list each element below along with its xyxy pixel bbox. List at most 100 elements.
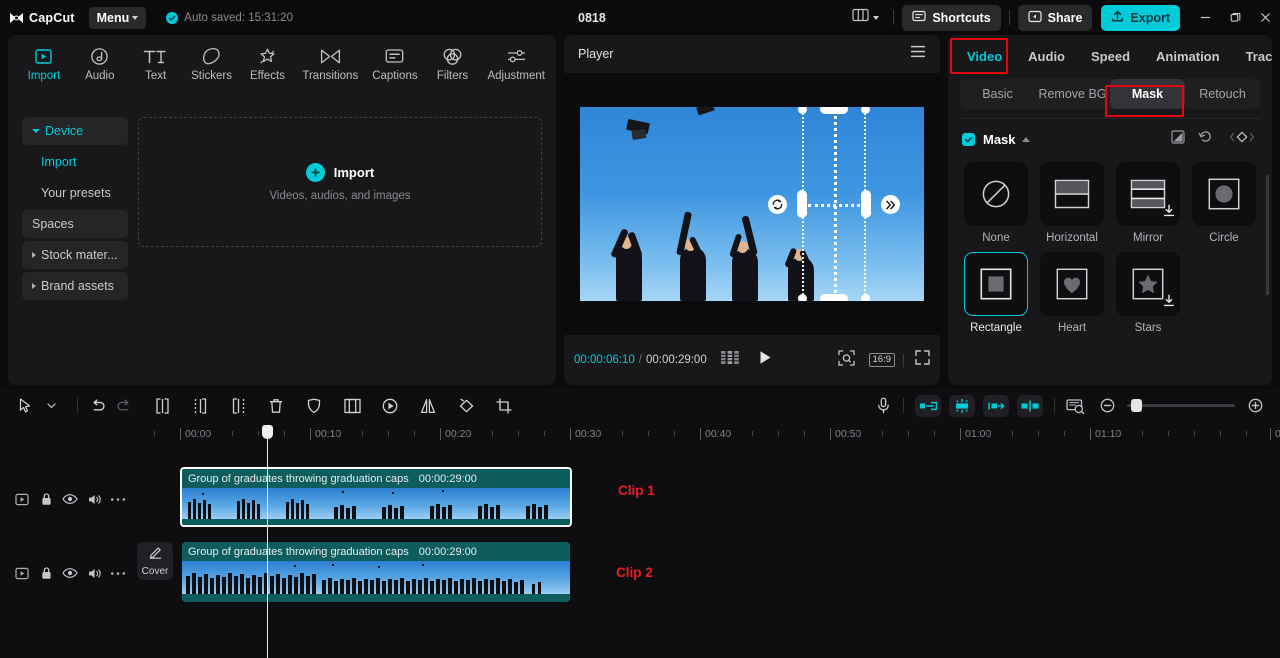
mask-enable-checkbox[interactable] bbox=[962, 132, 975, 146]
trim-right-button[interactable] bbox=[225, 394, 251, 418]
zoom-out-button[interactable] bbox=[1094, 394, 1120, 418]
mute-track-button[interactable] bbox=[82, 561, 106, 585]
hide-track-button[interactable] bbox=[58, 561, 82, 585]
clip-in-button[interactable] bbox=[915, 394, 941, 417]
subtab-remove-bg[interactable]: Remove BG bbox=[1035, 79, 1110, 109]
keyframe-diamond-icon[interactable] bbox=[1226, 130, 1258, 149]
mask-handle-top-left[interactable] bbox=[798, 107, 807, 114]
subtab-retouch[interactable]: Retouch bbox=[1185, 79, 1260, 109]
mask-option-circle[interactable]: Circle bbox=[1192, 162, 1256, 244]
timeline-ruler[interactable]: 00:00 00:10 00:20 00:30 00:40 00:50 01:0… bbox=[0, 422, 1280, 446]
sidebar-item-stock-materials[interactable]: Stock mater... bbox=[22, 241, 128, 269]
invert-mask-icon[interactable] bbox=[1171, 129, 1185, 149]
rotate-handle-icon[interactable] bbox=[768, 195, 787, 214]
rotate-button[interactable] bbox=[453, 394, 479, 418]
sidebar-item-import[interactable]: Import bbox=[22, 148, 128, 176]
tab-video[interactable]: Video bbox=[954, 44, 1015, 69]
hamburger-icon[interactable] bbox=[910, 45, 926, 63]
caret-up-icon[interactable] bbox=[1021, 136, 1030, 142]
mask-handle-left[interactable] bbox=[797, 190, 807, 218]
hide-track-button[interactable] bbox=[58, 487, 82, 511]
clip-out-button[interactable] bbox=[983, 394, 1009, 417]
tab-audio[interactable]: Audio bbox=[72, 43, 128, 87]
sidebar-item-your-presets[interactable]: Your presets bbox=[22, 179, 128, 207]
track-more-button[interactable] bbox=[106, 561, 130, 585]
freeze-button[interactable] bbox=[339, 394, 365, 418]
tab-import[interactable]: Import bbox=[16, 43, 72, 87]
download-icon[interactable] bbox=[1163, 294, 1175, 312]
aspect-ratio-badge[interactable]: 16:9 bbox=[868, 353, 895, 367]
tab-animation[interactable]: Animation bbox=[1143, 44, 1233, 69]
timeline-clip-1[interactable]: Group of graduates throwing graduation c… bbox=[180, 467, 572, 527]
stabilize-button[interactable] bbox=[301, 394, 327, 418]
shortcuts-button[interactable]: Shortcuts bbox=[902, 4, 1001, 31]
playhead-handle[interactable] bbox=[262, 425, 273, 439]
tab-stickers[interactable]: Stickers bbox=[184, 43, 240, 87]
tab-captions[interactable]: Captions bbox=[365, 43, 424, 87]
properties-scrollbar[interactable] bbox=[1266, 175, 1269, 295]
mask-handle-right[interactable] bbox=[861, 190, 871, 218]
delete-button[interactable] bbox=[263, 394, 289, 418]
fullscreen-icon[interactable] bbox=[915, 350, 930, 370]
trim-left-button[interactable] bbox=[187, 394, 213, 418]
share-button[interactable]: Share bbox=[1017, 4, 1093, 31]
layout-button[interactable] bbox=[846, 4, 885, 31]
record-voiceover-button[interactable] bbox=[870, 394, 896, 418]
mask-handle-bottom-left[interactable] bbox=[798, 294, 807, 301]
mask-handle-top-right[interactable] bbox=[861, 107, 870, 114]
select-tool-dropdown[interactable] bbox=[38, 394, 64, 418]
tab-transitions[interactable]: Transitions bbox=[295, 43, 365, 87]
tab-adjustment[interactable]: Adjustment bbox=[480, 43, 552, 87]
lock-track-button[interactable] bbox=[34, 561, 58, 585]
crop-preview-icon[interactable] bbox=[837, 349, 855, 371]
close-button[interactable] bbox=[1250, 0, 1280, 35]
tab-audio[interactable]: Audio bbox=[1015, 44, 1078, 69]
lock-track-button[interactable] bbox=[34, 487, 58, 511]
subtab-basic[interactable]: Basic bbox=[960, 79, 1035, 109]
play-icon[interactable] bbox=[759, 350, 772, 370]
track-more-button[interactable] bbox=[106, 487, 130, 511]
subtab-mask[interactable]: Mask bbox=[1110, 79, 1185, 109]
sidebar-item-brand-assets[interactable]: Brand assets bbox=[22, 272, 128, 300]
maximize-button[interactable] bbox=[1220, 0, 1250, 35]
mask-overlay[interactable] bbox=[768, 107, 900, 301]
tab-speed[interactable]: Speed bbox=[1078, 44, 1143, 69]
speed-button[interactable] bbox=[377, 394, 403, 418]
reset-icon[interactable] bbox=[1198, 129, 1213, 149]
cover-button[interactable]: Cover bbox=[137, 542, 173, 580]
feather-handle-icon[interactable] bbox=[881, 195, 900, 214]
mask-handle-top[interactable] bbox=[820, 107, 848, 114]
zoom-slider[interactable] bbox=[1127, 399, 1235, 412]
mask-option-heart[interactable]: Heart bbox=[1040, 252, 1104, 334]
undo-button[interactable] bbox=[85, 394, 111, 418]
tab-filters[interactable]: Filters bbox=[425, 43, 481, 87]
menu-button[interactable]: Menu bbox=[88, 6, 147, 29]
crop-button[interactable] bbox=[491, 394, 517, 418]
download-icon[interactable] bbox=[1163, 204, 1175, 222]
redo-button[interactable] bbox=[111, 394, 137, 418]
mask-handle-bottom[interactable] bbox=[820, 294, 848, 301]
tab-text[interactable]: Text bbox=[128, 43, 184, 87]
zoom-in-button[interactable] bbox=[1242, 394, 1268, 418]
select-tool[interactable] bbox=[12, 394, 38, 418]
frames-icon[interactable] bbox=[720, 351, 739, 369]
export-button[interactable]: Export bbox=[1101, 4, 1180, 31]
mask-handle-bottom-right[interactable] bbox=[861, 294, 870, 301]
minimize-button[interactable] bbox=[1190, 0, 1220, 35]
playhead[interactable] bbox=[262, 425, 273, 658]
mirror-button[interactable] bbox=[415, 394, 441, 418]
mute-track-button[interactable] bbox=[82, 487, 106, 511]
preview-button[interactable] bbox=[1062, 394, 1088, 418]
mask-option-none[interactable]: None bbox=[964, 162, 1028, 244]
tab-effects[interactable]: Effects bbox=[240, 43, 296, 87]
mask-option-rectangle[interactable]: Rectangle bbox=[964, 252, 1028, 334]
mask-option-mirror[interactable]: Mirror bbox=[1116, 162, 1180, 244]
timeline-clip-2[interactable]: Group of graduates throwing graduation c… bbox=[182, 542, 570, 602]
tab-tracking[interactable]: Tracki bbox=[1233, 44, 1272, 69]
zoom-slider-handle[interactable] bbox=[1131, 399, 1142, 412]
auto-cut-button[interactable] bbox=[949, 394, 975, 417]
mask-option-stars[interactable]: Stars bbox=[1116, 252, 1180, 334]
split-clip-button[interactable] bbox=[1017, 394, 1043, 417]
mask-option-horizontal[interactable]: Horizontal bbox=[1040, 162, 1104, 244]
sidebar-item-device[interactable]: Device bbox=[22, 117, 128, 145]
